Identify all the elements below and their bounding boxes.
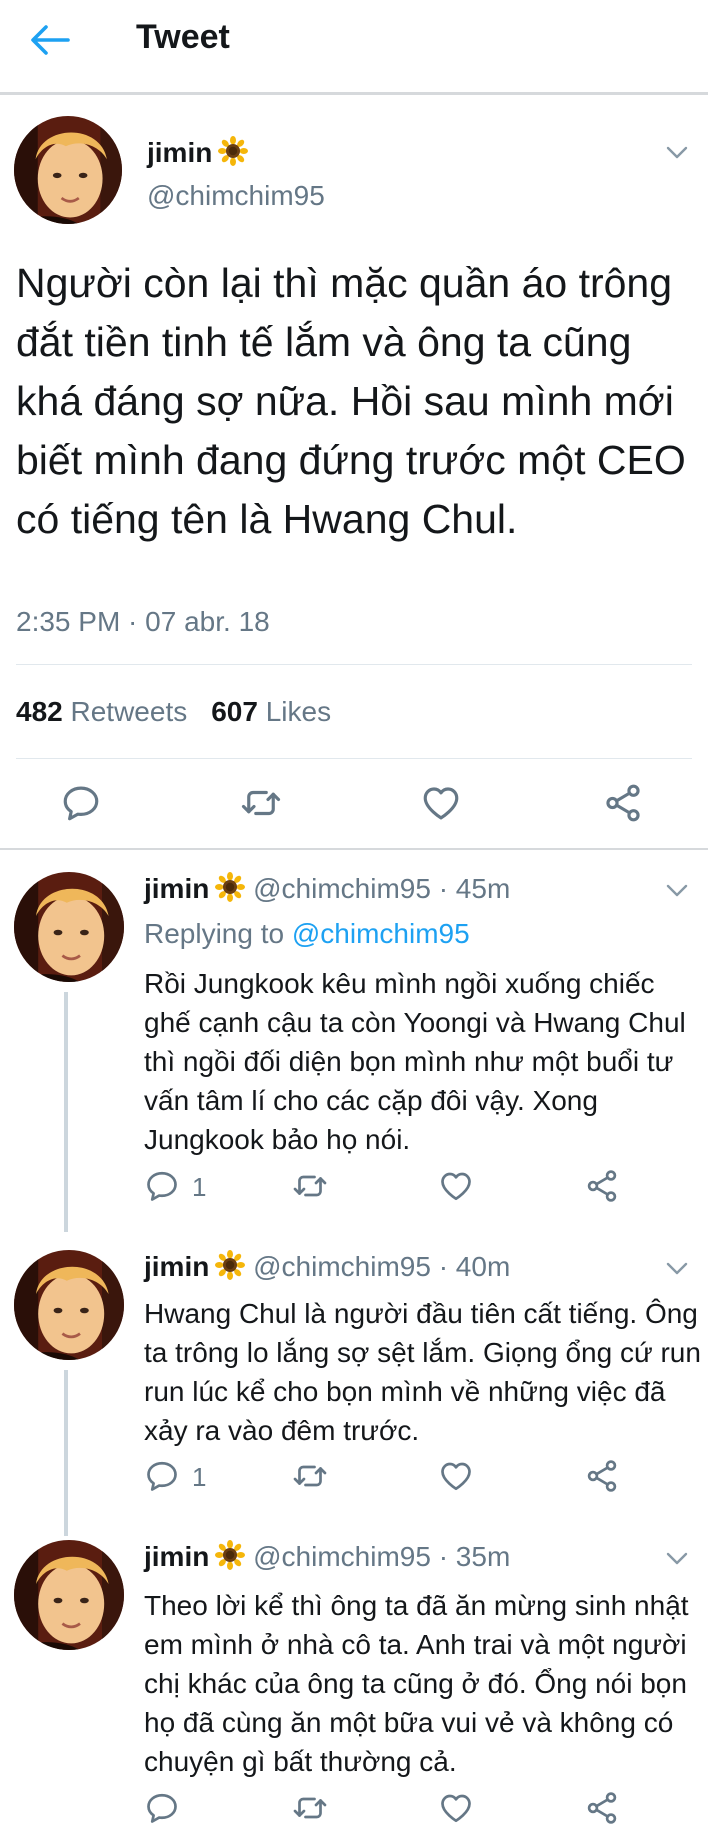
chevron-down-icon[interactable] (666, 884, 688, 898)
retweet-icon[interactable] (238, 782, 284, 824)
replying-prefix: Replying to (144, 918, 285, 949)
thread-line (64, 1370, 68, 1536)
thread-line (64, 992, 68, 1232)
retweet-icon[interactable] (290, 1790, 330, 1826)
divider (16, 664, 692, 665)
heart-icon[interactable] (438, 1790, 474, 1826)
retweet-icon[interactable] (290, 1168, 330, 1204)
comment-icon[interactable] (144, 1790, 180, 1826)
share-icon[interactable] (584, 1458, 620, 1494)
arrow-left-icon[interactable] (28, 22, 72, 58)
heart-icon[interactable] (438, 1168, 474, 1204)
reply-author-name[interactable]: jimin (144, 873, 209, 904)
reply-handle-time[interactable]: @chimchim95 · 40m (253, 1251, 510, 1282)
author-name[interactable]: jimin (147, 137, 212, 168)
reply-handle-time[interactable]: @chimchim95 · 45m (253, 873, 510, 904)
author-handle[interactable]: @chimchim95 (147, 180, 325, 212)
share-icon[interactable] (584, 1790, 620, 1826)
comment-icon[interactable] (60, 782, 102, 824)
retweets-count: 482 (16, 696, 63, 727)
reply-text: Rồi Jungkook kêu mình ngồi xuống chiếc g… (144, 968, 686, 1155)
engagement-stats: 482 Retweets 607 Likes (16, 696, 331, 728)
tweet-text: Người còn lại thì mặc quần áo trông đắt … (16, 260, 686, 542)
reply-header: jimin @chimchim95 · 35m (144, 1540, 510, 1573)
heart-icon[interactable] (438, 1458, 474, 1494)
top-bar: Tweet (0, 0, 708, 95)
reply-count: 1 (192, 1172, 207, 1202)
reply-header: jimin @chimchim95 · 45m (144, 872, 510, 905)
likes-label: Likes (265, 696, 332, 727)
divider (16, 758, 692, 759)
likes-count: 607 (211, 696, 258, 727)
heart-icon[interactable] (420, 782, 462, 824)
reply-text: Hwang Chul là người đầu tiên cất tiếng. … (144, 1298, 701, 1446)
sunflower-icon (215, 872, 245, 902)
replying-to: Replying to @chimchim95 (144, 918, 470, 950)
sunflower-icon (218, 136, 248, 166)
reply-author-name[interactable]: jimin (144, 1541, 209, 1572)
share-icon[interactable] (584, 1168, 620, 1204)
likes-stat[interactable]: 607 Likes (211, 696, 331, 727)
chevron-down-icon[interactable] (666, 1552, 688, 1566)
reply-handle-time[interactable]: @chimchim95 · 35m (253, 1541, 510, 1572)
retweets-label: Retweets (70, 696, 188, 727)
comment-icon[interactable] (144, 1458, 180, 1494)
avatar[interactable] (14, 116, 122, 224)
sunflower-icon (215, 1540, 245, 1570)
avatar[interactable] (14, 1540, 124, 1650)
comment-icon[interactable] (144, 1168, 180, 1204)
retweets-stat[interactable]: 482 Retweets (16, 696, 187, 727)
reply-text: Theo lời kể thì ông ta đã ăn mừng sinh n… (144, 1590, 689, 1777)
retweet-icon[interactable] (290, 1458, 330, 1494)
share-icon[interactable] (602, 782, 644, 824)
reply-header: jimin @chimchim95 · 40m (144, 1250, 510, 1283)
avatar[interactable] (14, 1250, 124, 1360)
divider (0, 848, 708, 850)
page-title: Tweet (136, 18, 230, 56)
chevron-down-icon[interactable] (666, 146, 688, 160)
reply-count: 1 (192, 1462, 207, 1492)
reply-author-name[interactable]: jimin (144, 1251, 209, 1282)
chevron-down-icon[interactable] (666, 1262, 688, 1276)
sunflower-icon (215, 1250, 245, 1280)
replying-to-handle[interactable]: @chimchim95 (292, 918, 470, 949)
tweet-timestamp[interactable]: 2:35 PM · 07 abr. 18 (16, 606, 270, 638)
avatar[interactable] (14, 872, 124, 982)
